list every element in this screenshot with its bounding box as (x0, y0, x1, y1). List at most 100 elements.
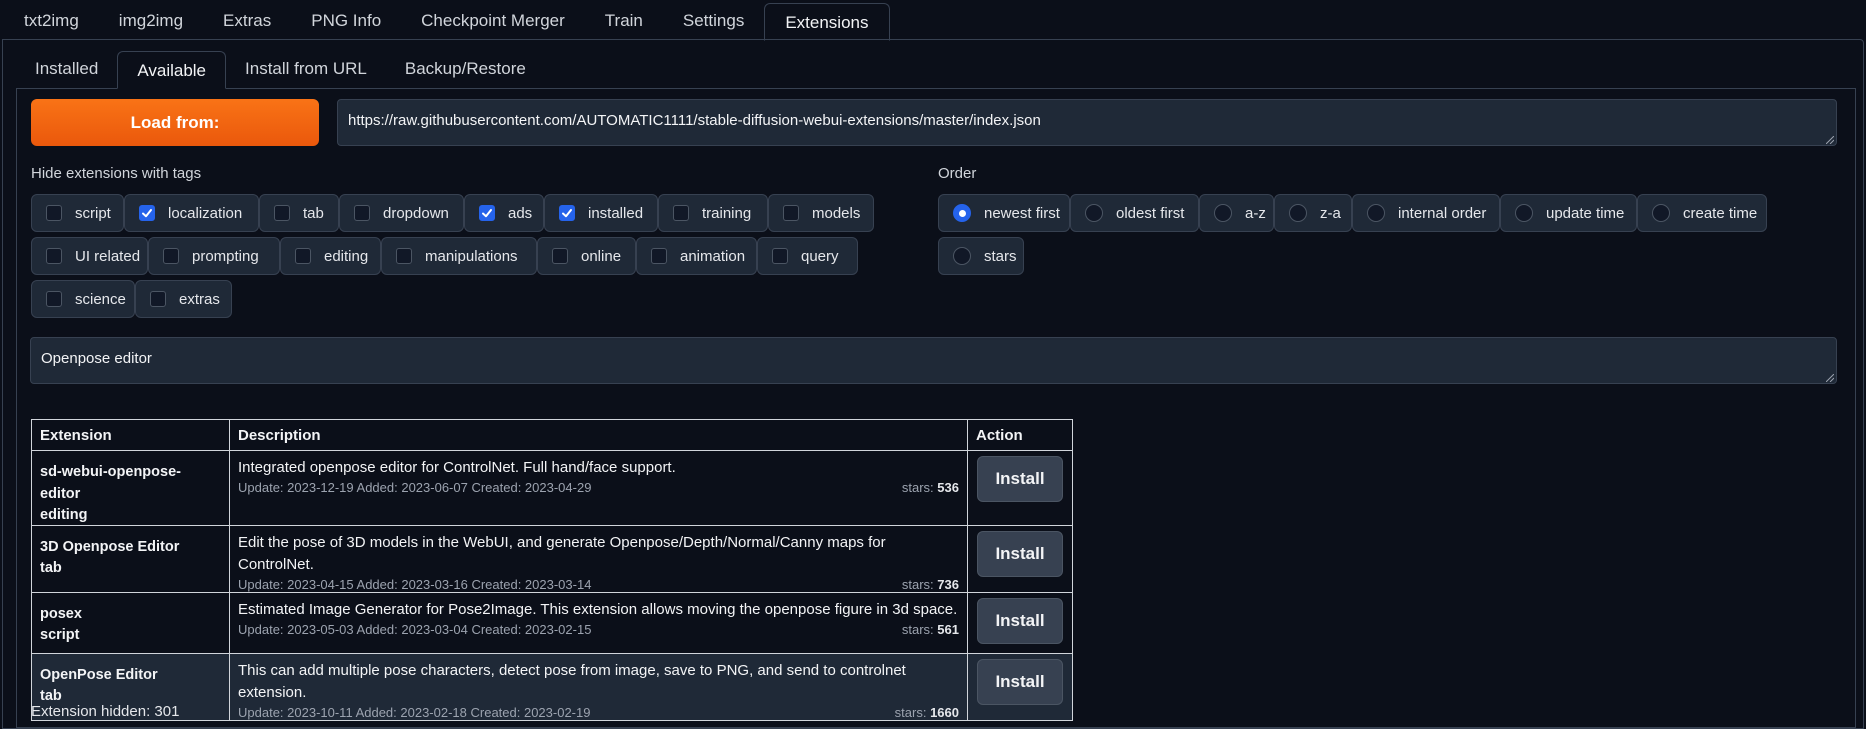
tag-checkbox-installed[interactable]: installed (544, 194, 658, 232)
checkbox-unchecked-icon[interactable] (772, 248, 788, 264)
radio-unselected-icon[interactable] (1289, 204, 1307, 222)
tag-label: extras (179, 290, 220, 308)
tab-extensions[interactable]: Extensions (764, 3, 890, 41)
table-row: OpenPose Editor tab This can add multiple … (31, 653, 1073, 721)
order-radio-oldest-first[interactable]: oldest first (1070, 194, 1199, 232)
search-input[interactable] (30, 337, 1837, 384)
tag-label: editing (324, 247, 369, 265)
extension-tag: tab (40, 560, 62, 576)
tag-label: installed (588, 204, 644, 222)
order-radio-internal-order[interactable]: internal order (1352, 194, 1500, 232)
description-cell: This can add multiple pose characters, d… (229, 653, 968, 721)
tag-label: online (581, 247, 622, 265)
index-url-input[interactable] (337, 99, 1837, 146)
install-button[interactable]: Install (977, 598, 1063, 644)
tag-checkbox-manipulations[interactable]: manipulations (381, 237, 537, 275)
radio-selected-icon[interactable] (953, 204, 971, 222)
checkbox-unchecked-icon[interactable] (46, 205, 62, 221)
tag-label: tab (303, 204, 324, 222)
tag-label: dropdown (383, 204, 449, 222)
checkbox-unchecked-icon[interactable] (651, 248, 667, 264)
checkbox-unchecked-icon[interactable] (673, 205, 689, 221)
tab-img2img[interactable]: img2img (99, 2, 203, 40)
order-radio-a-z[interactable]: a-z (1199, 194, 1274, 232)
description-cell: Estimated Image Generator for Pose2Image… (229, 592, 968, 654)
tag-checkbox-training[interactable]: training (658, 194, 768, 232)
extension-meta: Update: 2023-12-19 Added: 2023-06-07 Cre… (238, 480, 959, 495)
header-extension: Extension (31, 419, 230, 451)
extensions-table: Extension Description Action sd-webui-op… (31, 419, 1073, 721)
tag-checkbox-tab[interactable]: tab (259, 194, 339, 232)
tag-checkbox-science[interactable]: science (31, 280, 135, 318)
tag-checkbox-animation[interactable]: animation (636, 237, 757, 275)
resize-handle-icon[interactable] (1826, 374, 1834, 382)
tab-train[interactable]: Train (585, 2, 663, 40)
checkbox-unchecked-icon[interactable] (354, 205, 370, 221)
tab-settings[interactable]: Settings (663, 2, 764, 40)
checkbox-unchecked-icon[interactable] (783, 205, 799, 221)
radio-unselected-icon[interactable] (1652, 204, 1670, 222)
tab-backup-restore[interactable]: Backup/Restore (386, 50, 545, 88)
tab-available[interactable]: Available (117, 51, 227, 89)
radio-unselected-icon[interactable] (1085, 204, 1103, 222)
order-radio-newest-first[interactable]: newest first (938, 194, 1070, 232)
description-cell: Edit the pose of 3D models in the WebUI,… (229, 525, 968, 593)
hidden-count-text: Extension hidden: 301 (31, 703, 180, 720)
radio-unselected-icon[interactable] (953, 247, 971, 265)
tag-checkbox-models[interactable]: models (768, 194, 874, 232)
tag-checkbox-dropdown[interactable]: dropdown (339, 194, 464, 232)
tab-install-from-url[interactable]: Install from URL (226, 50, 386, 88)
order-radio-z-a[interactable]: z-a (1274, 194, 1352, 232)
tag-checkbox-query[interactable]: query (757, 237, 858, 275)
tag-checkbox-editing[interactable]: editing (280, 237, 381, 275)
tab-checkpoint-merger[interactable]: Checkpoint Merger (401, 2, 585, 40)
tag-checkbox-ads[interactable]: ads (464, 194, 544, 232)
tab-installed[interactable]: Installed (16, 50, 117, 88)
checkbox-unchecked-icon[interactable] (150, 291, 166, 307)
order-label-text: z-a (1320, 204, 1341, 222)
tag-checkbox-localization[interactable]: localization (124, 194, 259, 232)
tag-checkbox-script[interactable]: script (31, 194, 124, 232)
tag-label: models (812, 204, 861, 222)
extension-name: posex (40, 606, 82, 622)
tag-checkbox-extras[interactable]: extras (135, 280, 232, 318)
order-label-text: newest first (984, 204, 1060, 222)
checkbox-checked-icon[interactable] (559, 205, 575, 221)
table-row: sd-webui-openpose-editor editing Integrate… (31, 450, 1073, 526)
tag-label: animation (680, 247, 746, 265)
checkbox-unchecked-icon[interactable] (396, 248, 412, 264)
radio-unselected-icon[interactable] (1214, 204, 1232, 222)
load-from-button[interactable]: Load from: (31, 99, 319, 146)
radio-unselected-icon[interactable] (1515, 204, 1533, 222)
order-radio-stars[interactable]: stars (938, 237, 1024, 275)
extension-stars: stars: 561 (901, 622, 959, 637)
checkbox-unchecked-icon[interactable] (163, 248, 179, 264)
install-button[interactable]: Install (977, 659, 1063, 705)
action-cell: Install (967, 653, 1073, 721)
checkbox-unchecked-icon[interactable] (295, 248, 311, 264)
install-button[interactable]: Install (977, 456, 1063, 502)
tab-extras[interactable]: Extras (203, 2, 291, 40)
checkbox-checked-icon[interactable] (479, 205, 495, 221)
tag-checkbox-ui-related[interactable]: UI related (31, 237, 148, 275)
checkbox-unchecked-icon[interactable] (274, 205, 290, 221)
checkbox-unchecked-icon[interactable] (46, 291, 62, 307)
extension-meta: Update: 2023-10-11 Added: 2023-02-18 Cre… (238, 705, 959, 720)
checkbox-checked-icon[interactable] (139, 205, 155, 221)
description-cell: Integrated openpose editor for ControlNe… (229, 450, 968, 526)
tab-png-info[interactable]: PNG Info (291, 2, 401, 40)
checkbox-unchecked-icon[interactable] (46, 248, 62, 264)
tab-txt2img[interactable]: txt2img (4, 2, 99, 40)
order-label-text: update time (1546, 204, 1625, 222)
extension-cell: posex script (31, 592, 230, 654)
tag-checkbox-online[interactable]: online (537, 237, 636, 275)
order-radio-create-time[interactable]: create time (1637, 194, 1767, 232)
radio-unselected-icon[interactable] (1367, 204, 1385, 222)
tag-checkbox-prompting[interactable]: prompting (148, 237, 280, 275)
checkbox-unchecked-icon[interactable] (552, 248, 568, 264)
tag-label: manipulations (425, 247, 518, 265)
install-button[interactable]: Install (977, 531, 1063, 577)
extension-stars: stars: 736 (901, 577, 959, 592)
resize-handle-icon[interactable] (1826, 136, 1834, 144)
order-radio-update-time[interactable]: update time (1500, 194, 1637, 232)
